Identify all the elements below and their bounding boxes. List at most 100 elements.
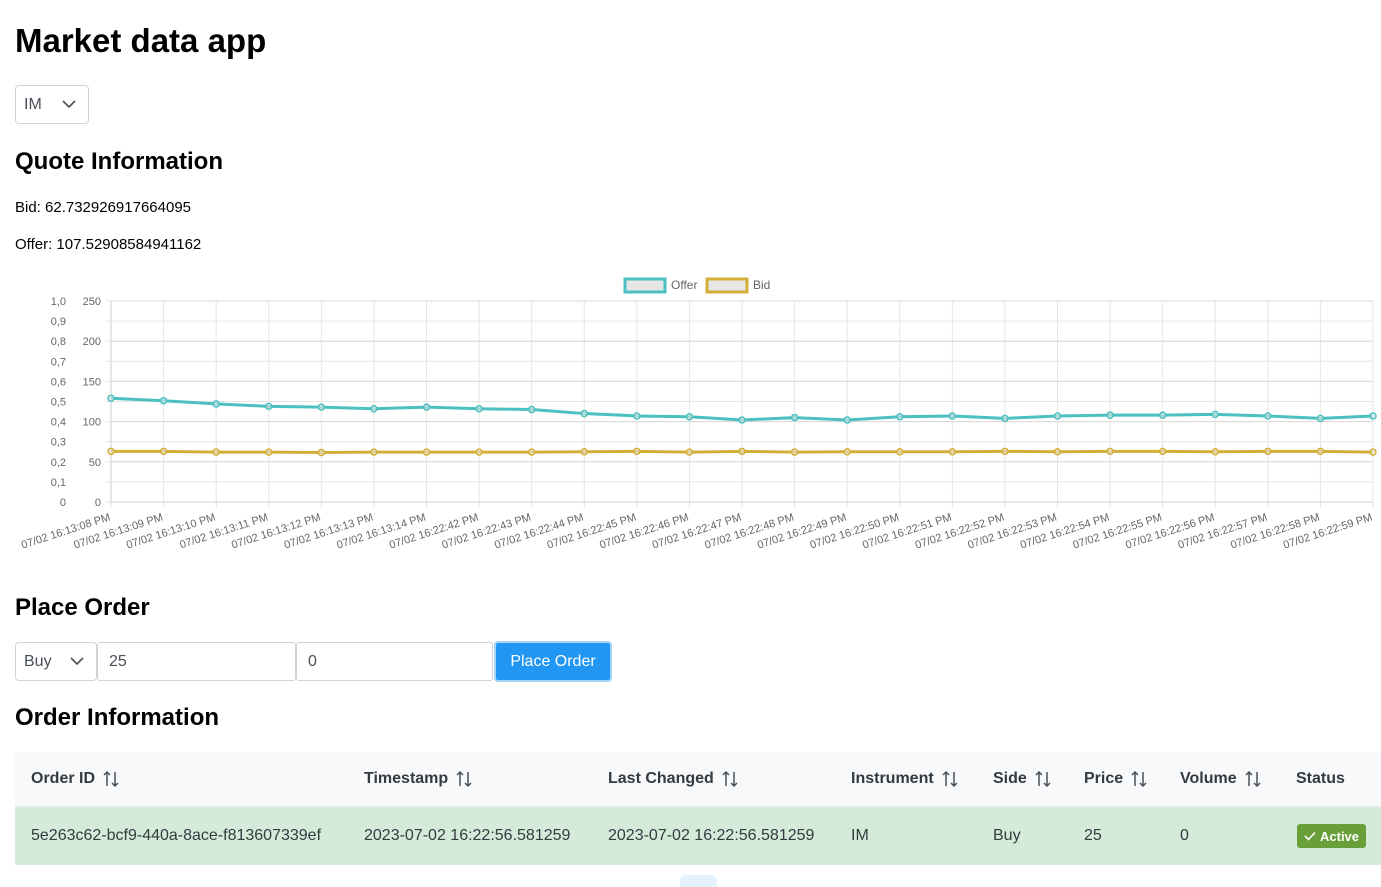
data-point-bid (265, 448, 273, 456)
column-header-instrument[interactable]: Instrument (851, 752, 958, 806)
table-row[interactable]: 5e263c62-bcf9-440a-8ace-f813607339ef 202… (15, 807, 1381, 865)
data-point-bid (1369, 448, 1377, 456)
data-point-bid (685, 448, 694, 456)
right-axis-tick-label: 150 (83, 376, 101, 388)
right-axis-tick-label: 200 (83, 336, 101, 348)
data-point-bid (843, 448, 851, 456)
right-axis-tick-label: 100 (83, 417, 101, 429)
bid-value: Bid: 62.732926917664095 (15, 199, 192, 216)
data-point-bid (370, 448, 378, 456)
column-header-timestamp[interactable]: Timestamp (364, 752, 472, 806)
cell-price: 25 (1084, 827, 1102, 844)
data-point-bid (317, 448, 326, 457)
data-point-offer (1369, 412, 1377, 420)
cell-volume: 0 (1180, 827, 1189, 844)
check-icon (1304, 831, 1316, 841)
data-point-offer (633, 412, 641, 420)
price-input[interactable] (97, 642, 296, 681)
left-axis-tick-label: 0,4 (51, 417, 66, 429)
column-header-side[interactable]: Side (993, 752, 1051, 806)
data-point-bid (580, 448, 588, 456)
data-point-bid (1053, 448, 1062, 456)
data-point-bid (1316, 447, 1325, 456)
data-point-bid (738, 447, 746, 456)
cell-side: Buy (993, 827, 1021, 844)
instrument-select-value: IM (24, 95, 42, 113)
column-label: Last Changed (608, 770, 714, 787)
paginator-page-button[interactable] (680, 875, 717, 887)
sort-icon (1245, 770, 1261, 788)
instrument-select[interactable]: IM (15, 85, 89, 124)
data-point-offer (107, 394, 115, 403)
left-axis-tick-label: 0,1 (51, 477, 66, 489)
data-point-bid (896, 448, 904, 456)
sort-icon (722, 770, 738, 788)
x-axis-tick-label: 07/02 16:22:59 PM (1282, 511, 1374, 551)
data-point-bid (107, 447, 115, 456)
data-point-offer (685, 413, 694, 421)
data-point-bid (1158, 447, 1167, 456)
column-label: Status (1296, 770, 1345, 787)
side-select[interactable]: Buy (15, 642, 97, 681)
column-header-volume[interactable]: Volume (1180, 752, 1261, 806)
data-point-bid (159, 447, 168, 456)
data-point-offer (1264, 412, 1272, 420)
place-order-heading: Place Order (15, 594, 150, 621)
chevron-down-icon (62, 100, 76, 109)
legend-swatch-bid (705, 277, 749, 294)
data-point-offer (370, 404, 378, 413)
column-label: Side (993, 770, 1027, 787)
data-point-offer (265, 402, 273, 411)
side-select-value: Buy (24, 652, 52, 670)
data-point-offer (1053, 412, 1062, 420)
sort-icon (942, 770, 958, 788)
sort-icon (1131, 770, 1147, 788)
offer-value: Offer: 107.52908584941162 (15, 236, 202, 253)
data-point-offer (475, 404, 483, 413)
right-axis-tick-label: 50 (89, 457, 101, 469)
data-point-offer (948, 412, 957, 420)
left-axis-tick-label: 0,5 (51, 397, 66, 409)
data-point-bid (1211, 448, 1219, 456)
column-header-price[interactable]: Price (1084, 752, 1147, 806)
left-axis-tick-label: 1,0 (51, 296, 66, 308)
column-label: Price (1084, 770, 1124, 787)
cell-instrument: IM (851, 827, 869, 844)
data-point-bid (212, 448, 220, 456)
data-point-offer (580, 409, 588, 418)
status-badge: Active (1297, 824, 1367, 848)
data-point-offer (1316, 414, 1325, 423)
order-info-heading: Order Information (15, 704, 220, 731)
legend-label-bid: Bid (753, 278, 770, 292)
data-point-bid (790, 448, 799, 456)
place-order-button[interactable]: Place Order (494, 641, 612, 682)
cell-last-changed: 2023-07-02 16:22:56.581259 (608, 827, 815, 844)
column-header-last-changed[interactable]: Last Changed (608, 752, 738, 806)
data-point-offer (422, 403, 431, 411)
data-point-offer (527, 405, 536, 414)
data-point-bid (475, 448, 483, 456)
orders-table: Order ID Timestamp Last Changed Instrume… (15, 752, 1381, 865)
column-label: Order ID (31, 770, 96, 787)
data-point-offer (738, 416, 746, 424)
data-point-bid (1264, 447, 1272, 456)
data-point-offer (790, 413, 799, 422)
volume-input[interactable] (296, 642, 493, 681)
quote-heading: Quote Information (15, 148, 223, 175)
data-point-offer (159, 396, 168, 405)
cell-order-id: 5e263c62-bcf9-440a-8ace-f813607339ef (31, 827, 322, 844)
left-axis-tick-label: 0,7 (51, 356, 66, 368)
data-point-offer (843, 416, 851, 424)
data-point-offer (317, 403, 326, 411)
data-point-offer (1106, 411, 1114, 419)
left-axis-tick-label: 0 (60, 497, 66, 509)
data-point-offer (1158, 411, 1167, 419)
table-header: Order ID Timestamp Last Changed Instrume… (15, 752, 1381, 807)
column-label: Timestamp (364, 770, 449, 787)
left-axis-tick-label: 0,6 (51, 376, 66, 388)
status-label: Active (1320, 828, 1360, 844)
app-title: Market data app (15, 22, 267, 59)
data-point-offer (212, 400, 220, 408)
column-header-order-id[interactable]: Order ID (31, 752, 119, 806)
data-point-bid (633, 447, 641, 456)
